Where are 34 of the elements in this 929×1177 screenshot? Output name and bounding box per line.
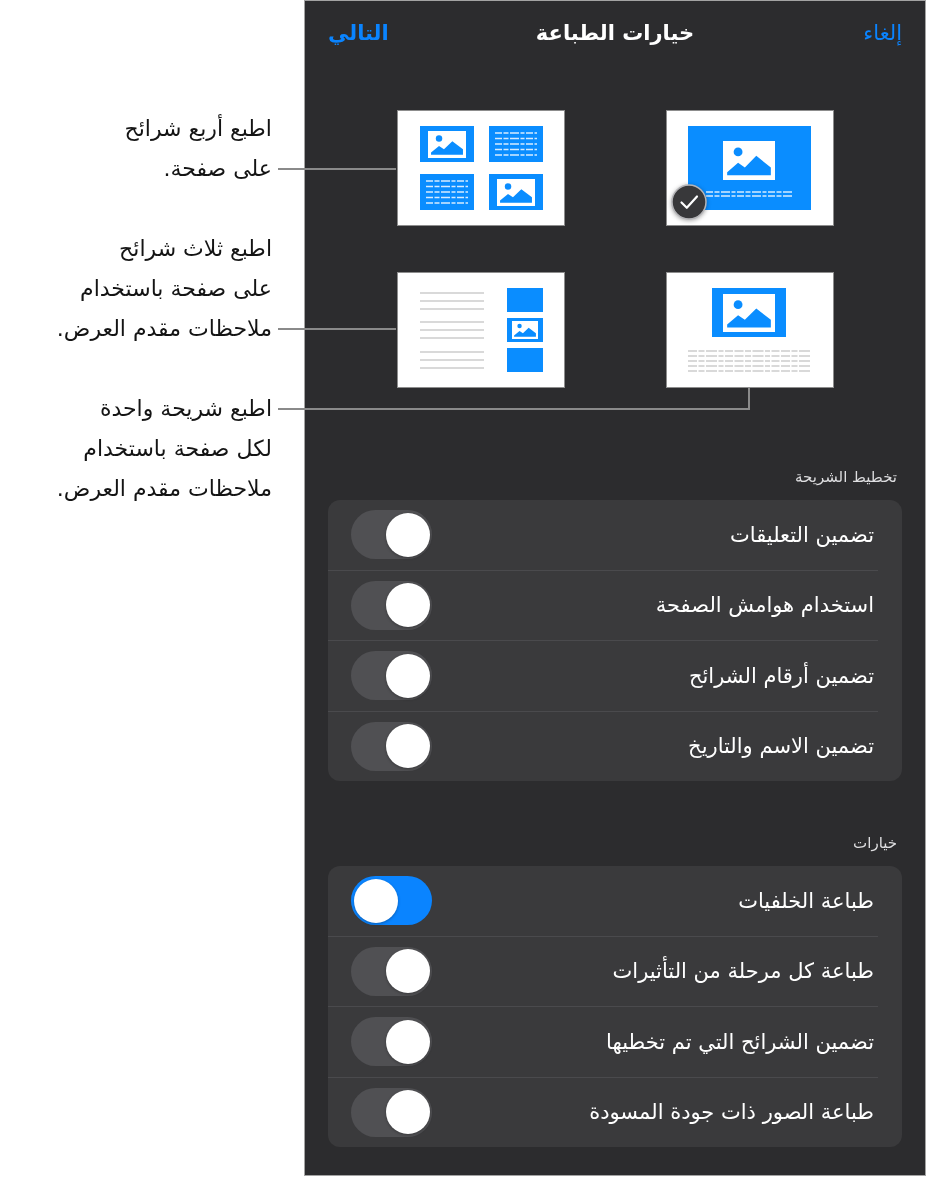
callout-text: اطبع شريحة واحدة لكل صفحة باستخدام ملاحظات مقدم العرض.	[56, 395, 272, 503]
toggle-switch[interactable]	[351, 721, 432, 771]
panel-title: خيارات الطباعة	[535, 20, 695, 45]
image-icon	[722, 294, 775, 332]
toggle-switch[interactable]	[351, 580, 432, 630]
image-icon	[496, 179, 535, 206]
callout-text: اطبع ثلاث شرائح على صفحة باستخدام ملاحظات مقدم العرض.	[56, 235, 272, 343]
section-title: تخطيط الشريحة	[794, 467, 897, 487]
option-label: تضمين أرقام الشرائح	[688, 663, 874, 688]
toggle-switch[interactable]	[351, 876, 432, 926]
option-label: طباعة الخلفيات	[738, 888, 874, 913]
image-icon	[427, 131, 466, 158]
slide-drawing	[506, 288, 543, 312]
layout-option[interactable]	[665, 110, 834, 226]
next-button[interactable]: التالي	[328, 20, 389, 45]
image-icon	[511, 321, 538, 339]
option-label: استخدام هوامش الصفحة	[655, 593, 874, 618]
toggle-switch[interactable]	[351, 1087, 432, 1137]
toggle-switch[interactable]	[351, 510, 432, 560]
callout-text: اطبع أربع شرائح على صفحة.	[124, 113, 272, 183]
slide-drawing	[506, 348, 543, 372]
option-label: تضمين الاسم والتاريخ	[688, 734, 874, 759]
checkmark-icon	[670, 184, 707, 220]
image-icon	[722, 141, 775, 180]
option-label: تضمين التعليقات	[730, 522, 874, 547]
toggle-switch[interactable]	[351, 1017, 432, 1067]
cancel-button[interactable]: إلغاء	[863, 20, 902, 45]
toggle-switch[interactable]	[351, 946, 432, 996]
slide-drawing	[488, 126, 543, 162]
option-label: تضمين الشرائح التي تم تخطيها	[606, 1029, 874, 1054]
option-label: طباعة الصور ذات جودة المسودة	[589, 1100, 874, 1125]
toggle-switch[interactable]	[351, 651, 432, 701]
slide-drawing	[419, 174, 474, 210]
section-title: خيارات	[852, 833, 897, 853]
